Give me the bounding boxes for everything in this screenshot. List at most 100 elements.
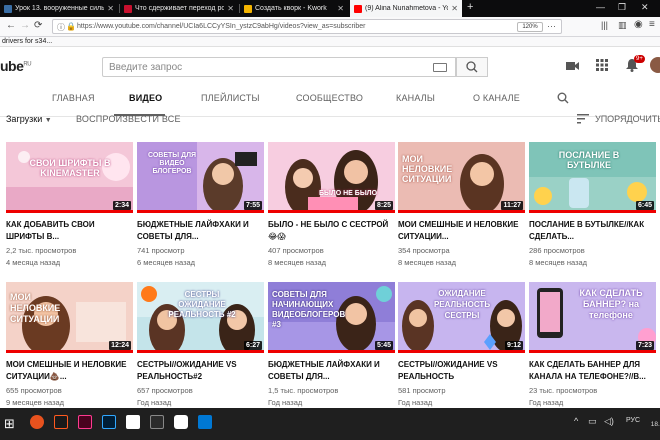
avatar[interactable] [650, 57, 660, 73]
thumbnail-overlay-text: СЕСТРЫ ОЖИДАНИЕ РЕАЛЬНОСТЬ #2 [168, 290, 236, 319]
sort-button[interactable]: УПОРЯДОЧИТЬ [595, 114, 660, 124]
play-all-button[interactable]: ВОСПРОИЗВЕСТИ ВСЕ [76, 114, 181, 124]
network-icon[interactable]: ▭ [588, 416, 597, 427]
watched-progress-bar [398, 210, 525, 213]
tab-favicon-icon [124, 4, 132, 13]
menu-icon[interactable]: ≡ [649, 19, 655, 30]
apps-icon[interactable] [596, 59, 608, 71]
video-title[interactable]: СЕСТРЫ//ОЖИДАНИЕ VS РЕАЛЬНОСТЬ [398, 359, 525, 383]
new-tab-button[interactable]: + [467, 1, 473, 13]
uploads-dropdown[interactable]: Загрузки ▼ [6, 114, 52, 124]
tab-channels[interactable]: КАНАЛЫ [396, 93, 435, 103]
bookmark-item[interactable]: drivers for s34... [2, 38, 52, 45]
back-icon[interactable]: ← [6, 20, 16, 31]
windows-start-icon[interactable]: ⊞ [4, 416, 15, 432]
video-title[interactable]: БЮДЖЕТНЫЕ ЛАЙФХАКИ И СОВЕТЫ ДЛЯ... [137, 219, 264, 243]
tray-chevron-icon[interactable]: ^ [574, 416, 578, 426]
video-thumbnail[interactable]: КАК СДЕЛАТЬ БАННЕР? на телефоне 7:23 [529, 282, 656, 353]
tab-community[interactable]: СООБЩЕСТВО [296, 93, 363, 103]
video-title[interactable]: МОИ СМЕШНЫЕ И НЕЛОВКИЕ СИТУАЦИИ... [398, 219, 525, 243]
browser-tab-2[interactable]: Что сдерживает переход росс... ✕ [120, 0, 238, 17]
windows-taskbar: ⊞ ^ ▭ ◁) РУС 16 18.04 [0, 408, 660, 440]
video-thumbnail[interactable]: ОЖИДАНИЕ РЕАЛЬНОСТЬ СЕСТРЫ 9:12 [398, 282, 525, 353]
tab-title: Урок 13. вооруженные силы... [15, 5, 105, 12]
duration-badge: 7:55 [243, 201, 262, 210]
tab-home[interactable]: ГЛАВНАЯ [52, 93, 95, 103]
duration-badge: 9:12 [504, 341, 523, 350]
video-thumbnail[interactable]: СОВЕТЫ ДЛЯ НАЧИНАЮЩИХ ВИДЕОБЛОГЕРОВ #3 5… [268, 282, 395, 353]
tab-videos[interactable]: ВИДЕО [129, 93, 162, 103]
clock[interactable]: 16 18.04 [647, 411, 660, 429]
watched-progress-bar [6, 210, 133, 213]
brave-icon[interactable] [54, 415, 68, 429]
duration-badge: 6:27 [243, 341, 262, 350]
forward-icon[interactable]: → [20, 20, 30, 31]
video-meta: 286 просмотров 8 месяцев назад [529, 245, 587, 269]
video-title[interactable]: ПОСЛАНИЕ В БУТЫЛКЕ//КАК СДЕЛАТЬ... [529, 219, 656, 243]
create-video-icon[interactable] [566, 60, 580, 72]
video-thumbnail[interactable]: ПОСЛАНИЕ В БУТЫЛКЕ 6:45 [529, 142, 656, 213]
info-icon[interactable]: ⓘ [57, 22, 65, 33]
library-icon[interactable]: ||| [601, 20, 608, 30]
youtube-logo[interactable]: ubeRU [0, 58, 32, 74]
minimize-icon[interactable]: — [596, 2, 605, 12]
video-thumbnail[interactable]: СЕСТРЫ ОЖИДАНИЕ РЕАЛЬНОСТЬ #2 6:27 [137, 282, 264, 353]
close-tab-icon[interactable]: ✕ [451, 4, 458, 13]
video-title[interactable]: КАК СДЕЛАТЬ БАННЕР ДЛЯ КАНАЛА НА ТЕЛЕФОН… [529, 359, 656, 383]
browser-tab-4-active[interactable]: (9) Alina Nuriahmetova - YouTube ✕ [350, 0, 462, 17]
video-title[interactable]: МОИ СМЕШНЫЕ И НЕЛОВКИЕ СИТУАЦИИ💩... [6, 359, 133, 383]
clock-time: 16 [647, 411, 660, 420]
tab-playlists[interactable]: ПЛЕЙЛИСТЫ [201, 93, 260, 103]
video-title[interactable]: БЫЛО - НЕ БЫЛО С СЕСТРОЙ😂😱 [268, 219, 395, 243]
video-title[interactable]: СЕСТРЫ//ОЖИДАНИЕ VS РЕАЛЬНОСТЬ#2 [137, 359, 264, 383]
app-icon[interactable] [150, 415, 164, 429]
close-window-icon[interactable]: ✕ [641, 2, 649, 13]
video-meta: 1,5 тыс. просмотров Год назад [268, 385, 338, 409]
video-thumbnail[interactable]: МОИ НЕЛОВКИЕ СИТУАЦИИ 12:24 [6, 282, 133, 353]
search-input[interactable]: Введите запрос [102, 57, 456, 77]
video-title[interactable]: КАК ДОБАВИТЬ СВОИ ШРИФТЫ В... [6, 219, 133, 243]
indesign-icon[interactable] [78, 415, 92, 429]
keyboard-icon[interactable] [433, 63, 447, 72]
watched-progress-bar [268, 350, 395, 353]
video-thumbnail[interactable]: БЫЛО НЕ БЫЛО 8:25 [268, 142, 395, 213]
maximize-icon[interactable]: ❐ [618, 2, 626, 13]
duration-badge: 7:23 [635, 341, 654, 350]
volume-icon[interactable]: ◁) [604, 416, 614, 427]
close-tab-icon[interactable]: ✕ [107, 4, 114, 13]
camera-icon[interactable] [174, 415, 188, 429]
tab-title: Что сдерживает переход росс... [135, 5, 225, 12]
sidebar-icon[interactable]: ▥ [618, 20, 627, 31]
uploads-label: Загрузки [6, 114, 43, 124]
view-count: 286 просмотров [529, 246, 585, 255]
channel-search-icon[interactable] [557, 92, 569, 104]
language-indicator[interactable]: РУС [626, 417, 640, 424]
view-count: 655 просмотров [6, 386, 62, 395]
browser-tab-1[interactable]: Урок 13. вооруженные силы... ✕ [0, 0, 118, 17]
tab-favicon-icon [244, 4, 252, 13]
browser-tab-3[interactable]: Создать кворк - Kwork ✕ [240, 0, 348, 17]
video-thumbnail[interactable]: СОВЕТЫ ДЛЯ ВИДЕО БЛОГЕРОВ 7:55 [137, 142, 264, 213]
tab-about[interactable]: О КАНАЛЕ [473, 93, 520, 103]
reload-icon[interactable]: ⟳ [34, 20, 42, 31]
view-count: 657 просмотров [137, 386, 193, 395]
address-bar[interactable]: ⓘ 🔒 https://www.youtube.com/channel/UCIa… [52, 19, 562, 34]
video-thumbnail[interactable]: МОИ НЕЛОВКИЕ СИТУАЦИИ 11:27 [398, 142, 525, 213]
duration-badge: 6:45 [635, 201, 654, 210]
close-tab-icon[interactable]: ✕ [337, 4, 344, 13]
photoshop-icon[interactable] [102, 415, 116, 429]
watched-progress-bar [529, 350, 656, 353]
account-icon[interactable]: ◉ [634, 19, 643, 30]
thumbnail-overlay-text: СВОИ ШРИФТЫ В KINEMASTER [29, 158, 111, 178]
video-title[interactable]: БЮДЖЕТНЫЕ ЛАЙФХАКИ И СОВЕТЫ ДЛЯ... [268, 359, 395, 383]
zoom-indicator[interactable]: 120% [517, 22, 543, 32]
mail-icon[interactable] [198, 415, 212, 429]
firefox-icon[interactable] [30, 415, 44, 429]
page-actions-icon[interactable]: ··· [547, 21, 556, 31]
tab-title: Создать кворк - Kwork [255, 5, 327, 12]
video-thumbnail[interactable]: СВОИ ШРИФТЫ В KINEMASTER 2:34 [6, 142, 133, 213]
search-button[interactable] [456, 57, 488, 77]
close-tab-icon[interactable]: ✕ [227, 4, 234, 13]
video-meta: 741 просмотр 6 месяцев назад [137, 245, 195, 269]
visio-icon[interactable] [126, 415, 140, 429]
